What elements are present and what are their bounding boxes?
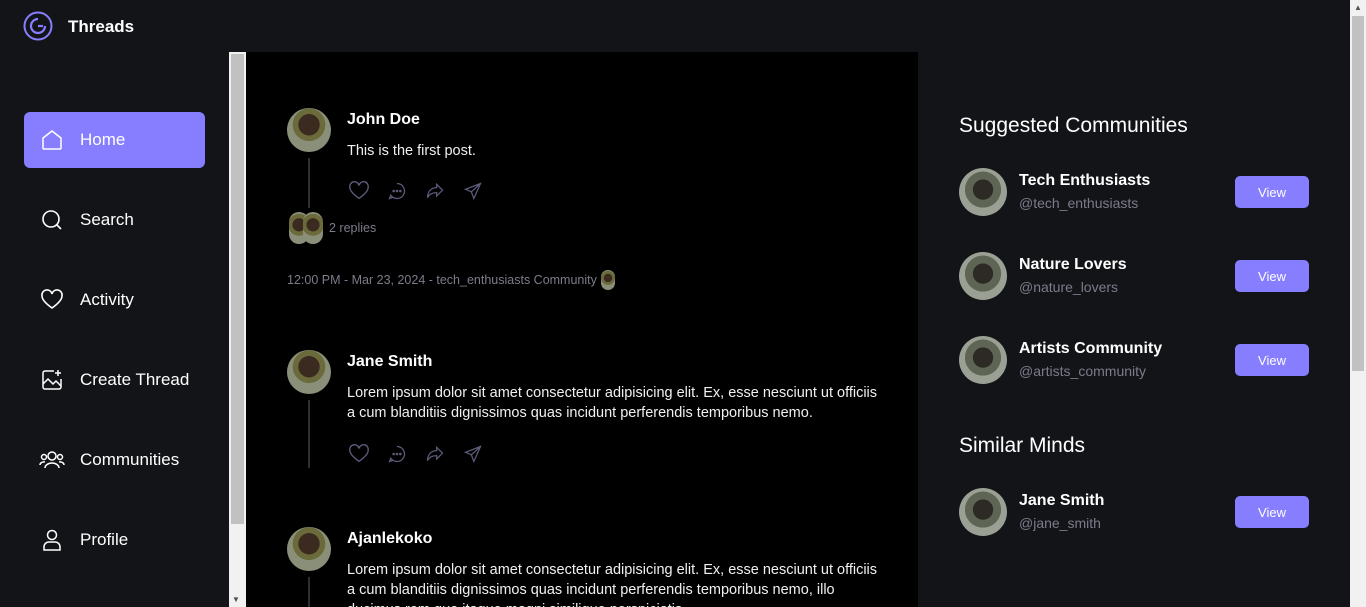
- thread-line: [308, 400, 310, 468]
- nav-create-thread[interactable]: Create Thread: [24, 352, 205, 408]
- thread-card: Jane Smith Lorem ipsum dolor sit amet co…: [287, 350, 887, 480]
- page-scrollbar[interactable]: ▲: [1350, 0, 1366, 607]
- user-name: Jane Smith: [1019, 492, 1105, 509]
- nav-activity[interactable]: Activity: [24, 272, 205, 328]
- view-button[interactable]: View: [1235, 176, 1309, 208]
- share-icon[interactable]: [461, 442, 485, 466]
- scroll-down-arrow-icon[interactable]: ▼: [232, 595, 240, 604]
- author-name[interactable]: John Doe: [347, 111, 420, 129]
- community-handle: @nature_lovers: [1019, 279, 1119, 295]
- post-meta: 12:00 PM - Mar 23, 2024 - tech_enthusias…: [287, 270, 615, 290]
- heart-icon: [39, 287, 65, 313]
- community-card: Artists Community @artists_community Vie…: [959, 336, 1309, 384]
- view-button[interactable]: View: [1235, 344, 1309, 376]
- scroll-up-arrow-icon[interactable]: ▲: [1354, 3, 1362, 12]
- user-icon: [39, 527, 65, 553]
- author-avatar[interactable]: [287, 527, 331, 571]
- view-button[interactable]: View: [1235, 496, 1309, 528]
- repost-icon[interactable]: [423, 179, 447, 203]
- community-card: Tech Enthusiasts @tech_enthusiasts View: [959, 168, 1309, 216]
- scrollbar-thumb[interactable]: [231, 54, 244, 524]
- reply-avatar: [303, 212, 323, 244]
- post-content: Lorem ipsum dolor sit amet consectetur a…: [347, 562, 878, 607]
- replies-count[interactable]: 2 replies: [329, 221, 376, 235]
- community-avatar[interactable]: [959, 336, 1007, 384]
- community-name: Artists Community: [1019, 340, 1163, 357]
- nav-label: Communities: [80, 450, 180, 469]
- community-avatar[interactable]: [600, 270, 615, 290]
- nav-search[interactable]: Search: [24, 192, 205, 248]
- post-meta-text[interactable]: 12:00 PM - Mar 23, 2024 - tech_enthusias…: [287, 273, 597, 287]
- right-sidebar: Suggested Communities Tech Enthusiasts @…: [918, 52, 1350, 607]
- reply-icon[interactable]: [385, 442, 409, 466]
- similar-minds-title: Similar Minds: [959, 434, 1086, 457]
- nav-communities[interactable]: Communities: [24, 432, 205, 488]
- thread-feed: John Doe This is the first post. 2 repli…: [246, 52, 918, 607]
- reply-icon[interactable]: [385, 179, 409, 203]
- nav-label: Search: [80, 210, 134, 229]
- scrollbar-thumb[interactable]: [1352, 16, 1364, 371]
- users-icon: [39, 447, 65, 473]
- replies-row[interactable]: 2 replies: [289, 212, 376, 244]
- nav-label: Profile: [80, 530, 129, 549]
- post-actions: [347, 442, 485, 466]
- like-icon[interactable]: [347, 179, 371, 203]
- thread-line: [308, 577, 310, 607]
- nav-home[interactable]: Home: [24, 112, 205, 168]
- image-plus-icon: [39, 367, 65, 393]
- nav-label: Create Thread: [80, 370, 190, 389]
- post-content: Lorem ipsum dolor sit amet consectetur a…: [347, 385, 878, 421]
- share-icon[interactable]: [461, 179, 485, 203]
- user-avatar[interactable]: [959, 488, 1007, 536]
- user-handle: @jane_smith: [1019, 515, 1101, 531]
- author-name[interactable]: Ajanlekoko: [347, 530, 432, 548]
- threads-logo-icon[interactable]: [23, 11, 53, 41]
- community-name: Tech Enthusiasts: [1019, 172, 1151, 189]
- author-avatar[interactable]: [287, 350, 331, 394]
- suggested-communities-title: Suggested Communities: [959, 114, 1188, 137]
- sidebar-scrollbar[interactable]: ▼: [229, 52, 246, 607]
- nav-label: Home: [80, 130, 126, 149]
- community-handle: @artists_community: [1019, 363, 1147, 379]
- thread-line: [308, 158, 310, 208]
- post-content: This is the first post.: [347, 143, 476, 159]
- nav-label: Activity: [80, 290, 134, 309]
- nav-profile[interactable]: Profile: [24, 512, 205, 568]
- left-sidebar: Home Search Activity Create Thread Commu…: [0, 52, 229, 607]
- like-icon[interactable]: [347, 442, 371, 466]
- user-card: Jane Smith @jane_smith View: [959, 488, 1309, 536]
- community-card: Nature Lovers @nature_lovers View: [959, 252, 1309, 300]
- view-button[interactable]: View: [1235, 260, 1309, 292]
- brand-name[interactable]: Threads: [68, 17, 134, 37]
- author-name[interactable]: Jane Smith: [347, 353, 432, 371]
- author-avatar[interactable]: [287, 108, 331, 152]
- thread-card: Ajanlekoko Lorem ipsum dolor sit amet co…: [287, 527, 887, 607]
- top-bar: Threads: [0, 0, 1350, 52]
- repost-icon[interactable]: [423, 442, 447, 466]
- post-actions: [347, 179, 485, 203]
- community-avatar[interactable]: [959, 168, 1007, 216]
- community-name: Nature Lovers: [1019, 256, 1127, 273]
- community-handle: @tech_enthusiasts: [1019, 195, 1139, 211]
- home-icon: [39, 127, 65, 153]
- thread-card: John Doe This is the first post. 2 repli…: [287, 108, 887, 298]
- search-icon: [39, 207, 65, 233]
- community-avatar[interactable]: [959, 252, 1007, 300]
